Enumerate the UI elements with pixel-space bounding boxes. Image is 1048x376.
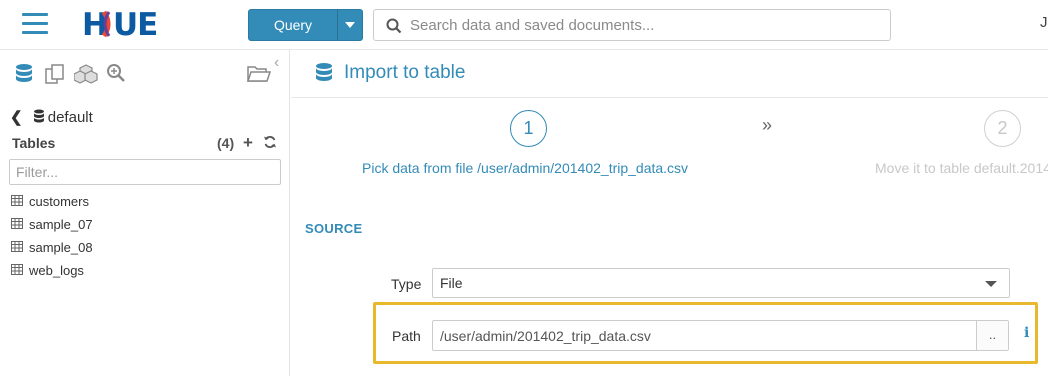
top-navbar: H UE Query J: [0, 0, 1048, 50]
table-item-sample-07[interactable]: sample_07: [11, 216, 281, 239]
page-title: Import to table: [344, 62, 466, 83]
chevron-left-icon[interactable]: ❮: [10, 108, 23, 126]
type-label: Type: [391, 276, 422, 292]
table-filter-input[interactable]: [9, 159, 281, 185]
tables-header-label: Tables: [12, 135, 56, 151]
page-header: Import to table: [291, 50, 1048, 98]
step-1-label[interactable]: Pick data from file /user/admin/201402_t…: [362, 160, 688, 176]
table-item-sample-08[interactable]: sample_08: [11, 239, 281, 262]
refresh-icon[interactable]: [263, 135, 277, 149]
svg-text:H: H: [82, 7, 107, 42]
tables-count: (4): [217, 135, 235, 151]
table-name: sample_08: [29, 240, 93, 255]
path-label: Path: [392, 328, 421, 344]
query-button-label: Query: [273, 17, 313, 33]
search-icon: [386, 18, 402, 34]
assist-icon-bar: [0, 50, 289, 98]
database-breadcrumb[interactable]: ❮ default: [10, 108, 93, 126]
user-menu[interactable]: J: [1040, 14, 1048, 31]
table-item-web-logs[interactable]: web_logs: [11, 262, 281, 285]
folder-open-icon[interactable]: [247, 63, 271, 83]
source-section-header: SOURCE: [305, 221, 363, 236]
collapse-panel-icon[interactable]: ‹: [274, 54, 279, 72]
step-2-label[interactable]: Move it to table default.2014: [875, 160, 1048, 176]
left-assist-panel: ‹ ❮ default Tables (4) + customers: [0, 50, 290, 376]
table-icon: [11, 264, 23, 275]
table-name: sample_07: [29, 217, 93, 232]
hamburger-menu-icon[interactable]: [22, 13, 48, 35]
table-name: customers: [29, 194, 89, 209]
type-select-value: File: [440, 275, 463, 291]
table-list: customers sample_07 sample_08 web_logs: [11, 193, 281, 285]
path-input[interactable]: /user/admin/201402_trip_data.csv: [432, 320, 976, 351]
query-button[interactable]: Query: [248, 9, 363, 41]
query-button-divider: [337, 10, 338, 40]
table-icon: [11, 195, 23, 206]
hue-logo[interactable]: H UE: [82, 6, 178, 43]
table-icon: [11, 218, 23, 229]
hue-logo-icon: H UE: [82, 7, 158, 43]
documents-icon[interactable]: [44, 63, 66, 85]
database-icon: [316, 63, 332, 81]
info-icon[interactable]: i: [1024, 325, 1029, 341]
table-icon: [11, 241, 23, 252]
caret-down-icon[interactable]: [345, 22, 355, 28]
svg-text:UE: UE: [113, 7, 157, 42]
zoom-icon[interactable]: [106, 63, 126, 83]
global-search[interactable]: [373, 9, 891, 41]
import-wizard: Import to table 1 » 2 Pick data from fil…: [291, 50, 1048, 376]
table-item-customers[interactable]: customers: [11, 193, 281, 216]
path-input-value: /user/admin/201402_trip_data.csv: [440, 328, 651, 344]
table-name: web_logs: [29, 263, 84, 278]
search-input[interactable]: [410, 15, 870, 35]
steps-separator-icon: »: [762, 115, 772, 135]
database-icon[interactable]: [14, 63, 34, 85]
type-select[interactable]: File: [432, 268, 1010, 298]
step-2-circle[interactable]: 2: [984, 110, 1021, 147]
add-table-icon[interactable]: +: [243, 133, 253, 153]
caret-down-icon: [985, 281, 997, 287]
cubes-icon[interactable]: [74, 63, 98, 85]
step-1-circle[interactable]: 1: [510, 110, 547, 147]
database-small-icon: [33, 109, 44, 123]
database-name: default: [47, 109, 93, 126]
browse-file-button[interactable]: ..: [976, 320, 1009, 351]
tables-header: Tables (4) +: [12, 133, 282, 153]
